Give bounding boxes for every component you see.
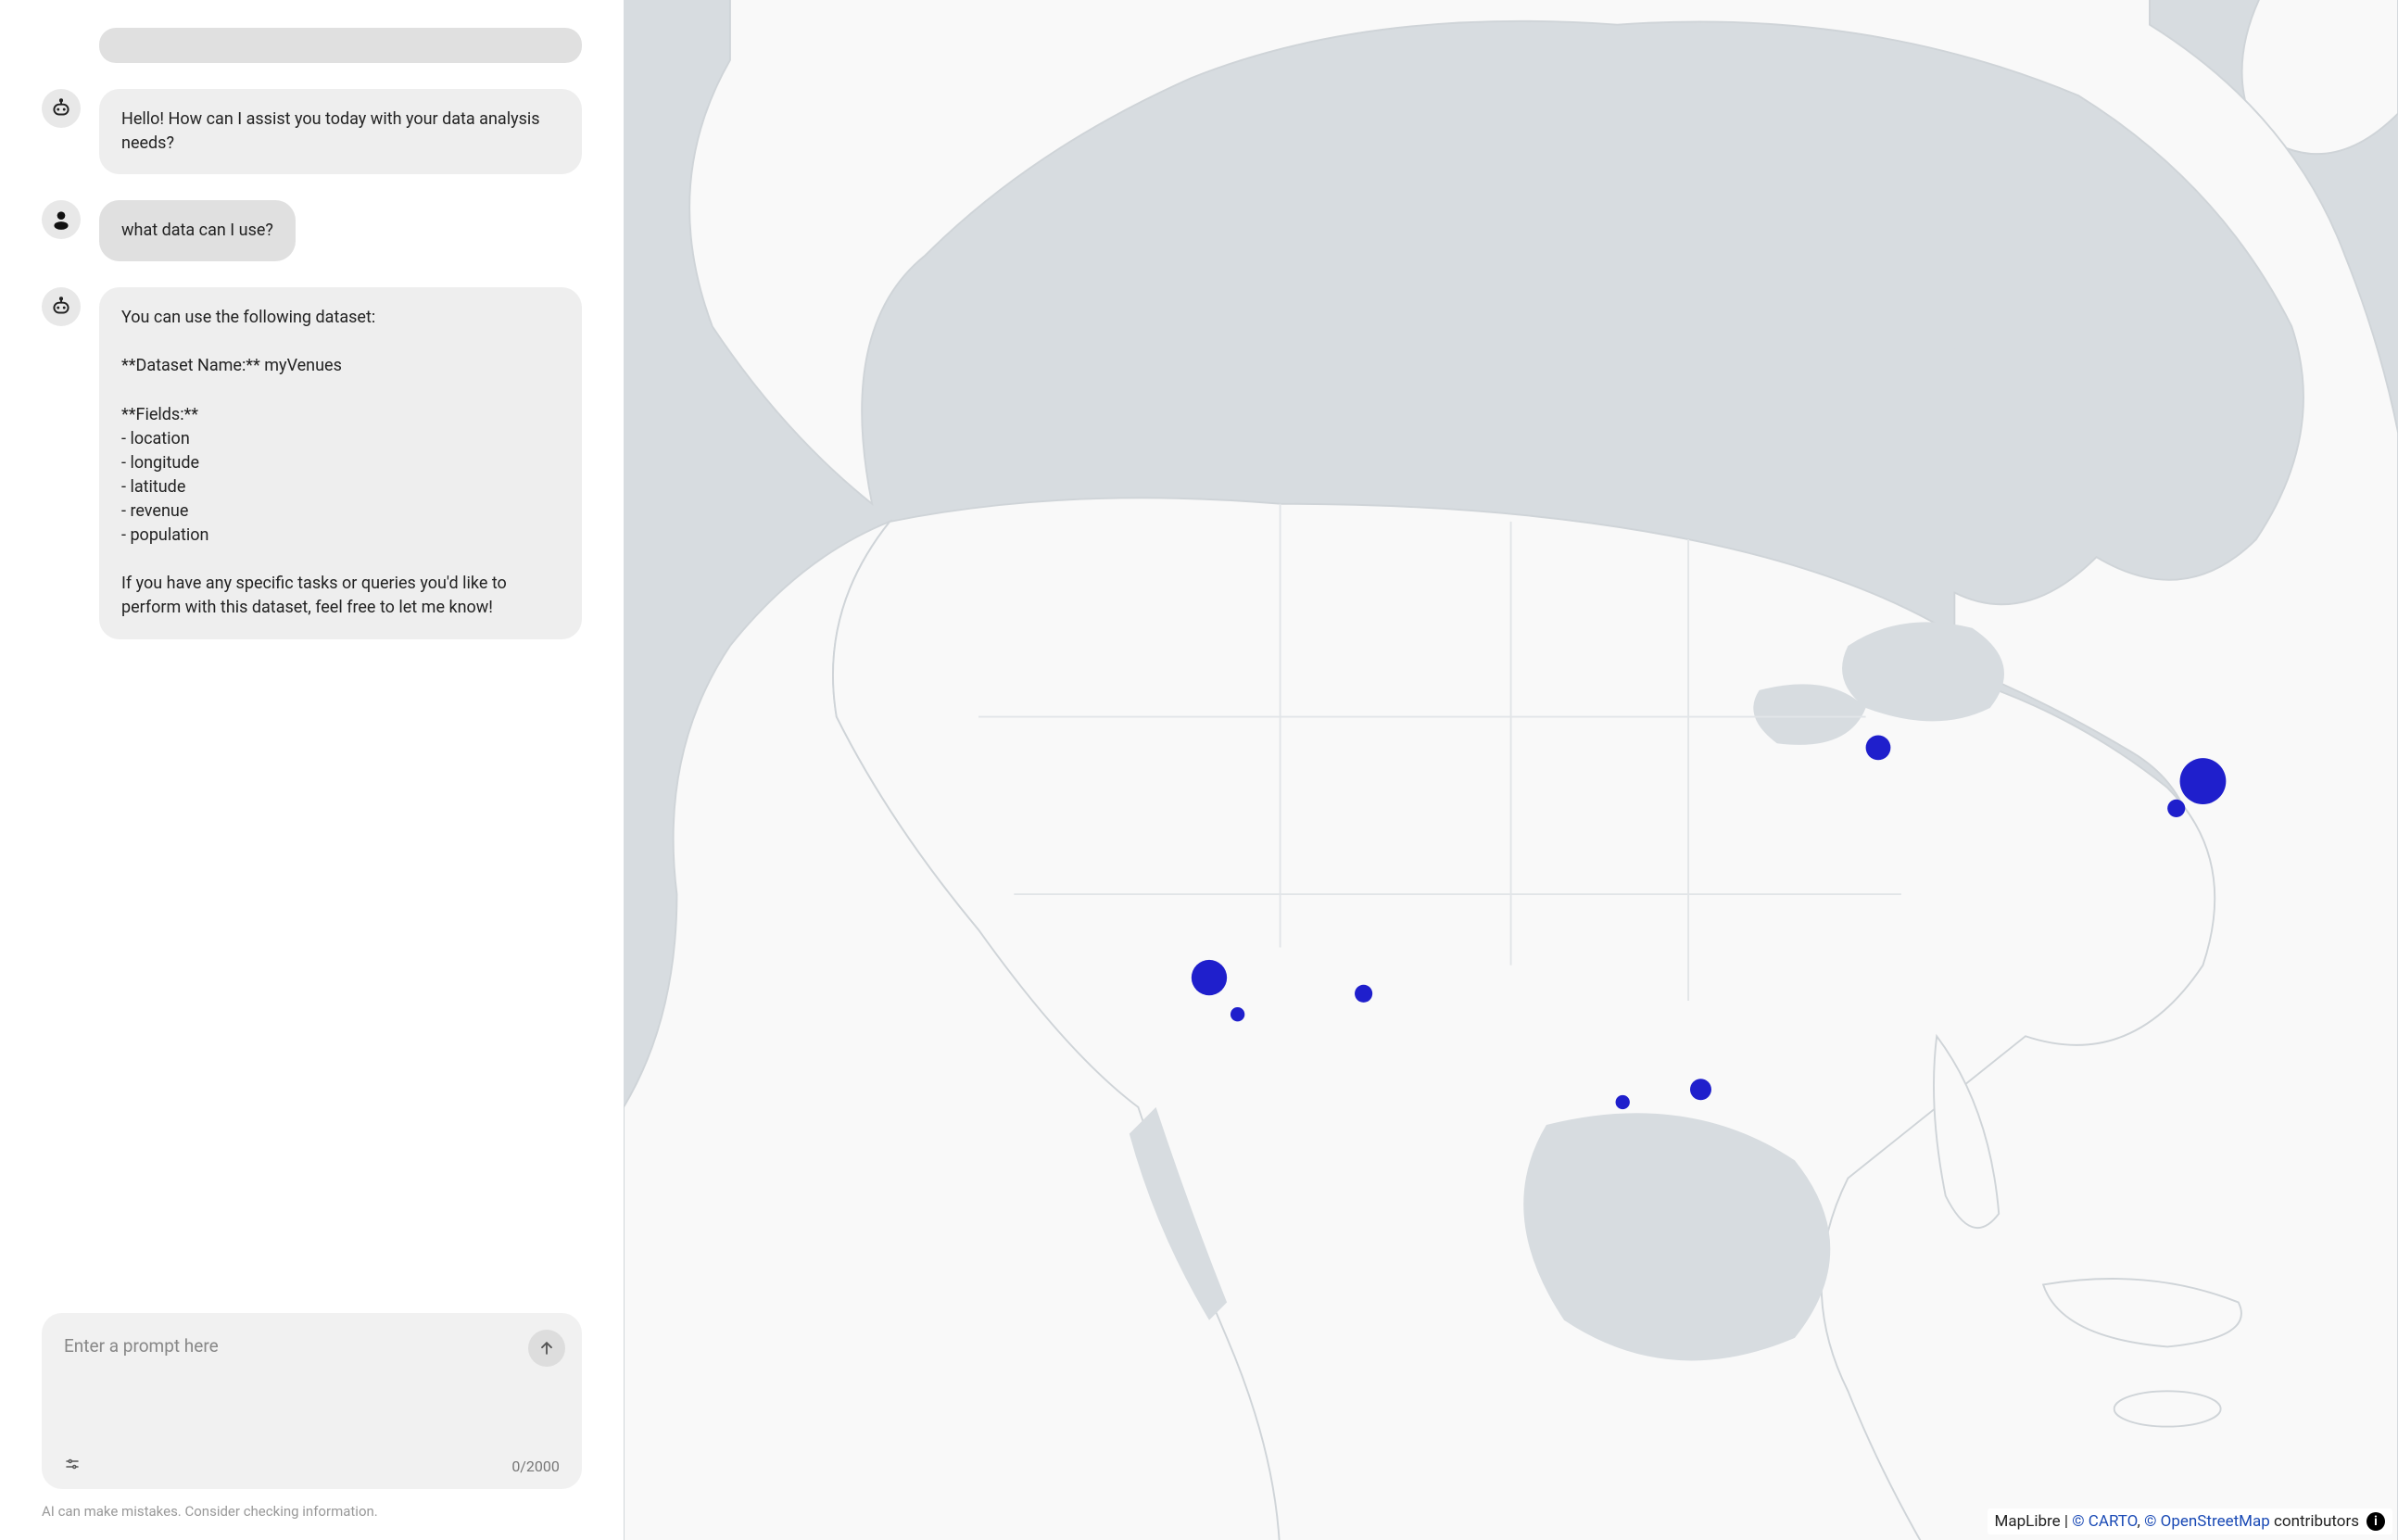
attrib-sep: ,	[2138, 1512, 2145, 1531]
map-data-point[interactable]	[1615, 1095, 1629, 1109]
message-assistant: Hello! How can I assist you today with y…	[42, 89, 582, 174]
map-canvas[interactable]	[624, 0, 2398, 1540]
message-bubble: what data can I use?	[99, 200, 296, 261]
input-footer: 0/2000	[64, 1456, 560, 1476]
attrib-suffix: contributors	[2270, 1512, 2359, 1531]
settings-icon-wrap[interactable]	[64, 1456, 81, 1476]
prompt-input[interactable]	[64, 1335, 560, 1448]
message-placeholder	[99, 28, 582, 63]
message-user: what data can I use?	[42, 200, 582, 261]
person-icon	[49, 208, 73, 232]
user-avatar	[42, 200, 81, 239]
chat-scroll[interactable]: Hello! How can I assist you today with y…	[42, 28, 582, 1287]
bot-icon	[49, 295, 73, 319]
bot-avatar	[42, 89, 81, 128]
bot-avatar	[42, 287, 81, 326]
sliders-icon	[64, 1456, 81, 1472]
map-data-point[interactable]	[1690, 1079, 1711, 1100]
map-pane[interactable]: MapLibre | © CARTO, © OpenStreetMap cont…	[624, 0, 2398, 1540]
attrib-carto-link[interactable]: © CARTO	[2072, 1512, 2137, 1531]
attrib-osm-link[interactable]: © OpenStreetMap	[2144, 1512, 2270, 1531]
map-data-point[interactable]	[1192, 960, 1227, 995]
char-counter: 0/2000	[511, 1458, 560, 1475]
message-assistant: You can use the following dataset: **Dat…	[42, 287, 582, 638]
message-bubble: Hello! How can I assist you today with y…	[99, 89, 582, 174]
map-data-point[interactable]	[1865, 735, 1890, 760]
map-data-point[interactable]	[2179, 758, 2226, 804]
chat-sidebar: Hello! How can I assist you today with y…	[0, 0, 624, 1540]
map-data-point[interactable]	[1355, 985, 1372, 1003]
app-root: Hello! How can I assist you today with y…	[0, 0, 2398, 1540]
send-button[interactable]	[528, 1330, 565, 1367]
map-attribution: MapLibre | © CARTO, © OpenStreetMap cont…	[1988, 1508, 2392, 1534]
map-data-point[interactable]	[2167, 800, 2185, 817]
ai-disclaimer: AI can make mistakes. Consider checking …	[42, 1502, 582, 1521]
info-icon[interactable]: i	[2366, 1512, 2385, 1531]
bot-icon	[49, 96, 73, 120]
attrib-prefix: MapLibre |	[1995, 1512, 2073, 1531]
map-data-point[interactable]	[1231, 1007, 1244, 1021]
message-bubble: You can use the following dataset: **Dat…	[99, 287, 582, 638]
prompt-panel: 0/2000	[42, 1313, 582, 1489]
arrow-up-icon	[537, 1339, 556, 1357]
